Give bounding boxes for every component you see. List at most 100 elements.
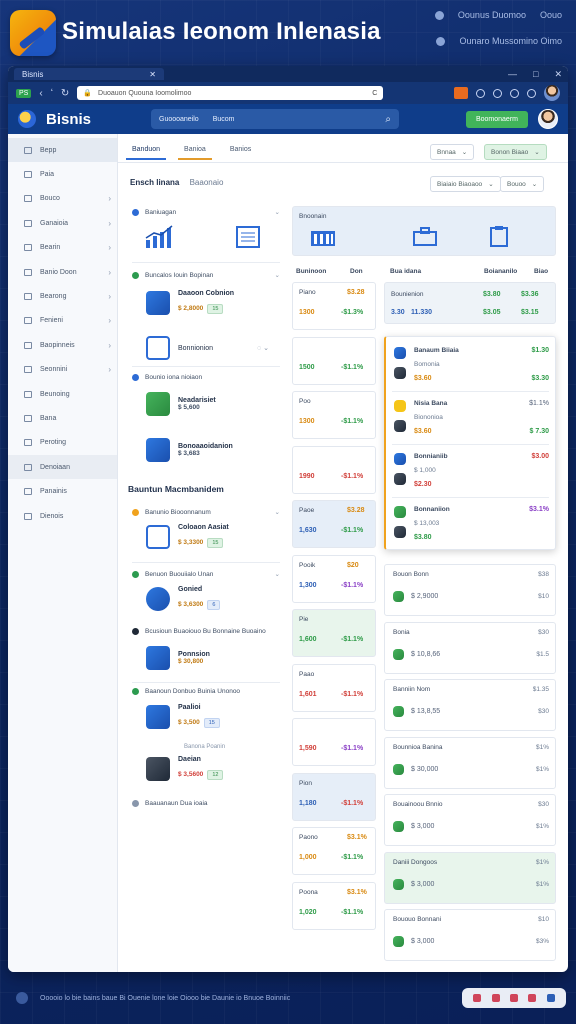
bullet-icon bbox=[132, 374, 139, 381]
sidebar-item[interactable]: Fenieni › bbox=[8, 309, 117, 333]
chevron-right-icon: › bbox=[108, 365, 111, 375]
list-item[interactable]: Banniin Nom $1.35 $ 13,8,55 $30 bbox=[384, 679, 556, 731]
forward-icon[interactable]: ʻ bbox=[51, 88, 53, 99]
metric-row[interactable]: Pion 1,180 -$1.1% bbox=[292, 772, 376, 821]
group-header[interactable]: Benuon Buouiialo Unan ⌄ bbox=[132, 570, 280, 578]
metric-row[interactable]: Piano $3.28 1300 -$1.3% bbox=[292, 282, 376, 330]
metric-row[interactable]: Paao 1,601 -$1.1% bbox=[292, 663, 376, 712]
group-header[interactable]: Baniuagan ⌄ bbox=[132, 208, 280, 216]
metric-row[interactable]: Pie 1,600 -$1.1% bbox=[292, 609, 376, 657]
profile-avatar[interactable] bbox=[544, 85, 560, 101]
close-icon[interactable]: ✕ bbox=[554, 69, 562, 80]
metric-row[interactable]: Poo 1300 -$1.1% bbox=[292, 391, 376, 439]
sidebar-item[interactable]: Ganaioia › bbox=[8, 211, 117, 235]
list-item[interactable]: Daniii Dongoos $1% $ 3,000 $1% bbox=[384, 851, 556, 904]
sidebar-item[interactable]: Bearin › bbox=[8, 236, 117, 260]
list-item[interactable]: Coloaon Aasiat $ 3,3300 15 bbox=[146, 524, 229, 549]
metric-row[interactable]: Poona $3.1% 1,020 -$1.1% bbox=[292, 881, 376, 930]
tray-icon[interactable] bbox=[528, 994, 537, 1002]
metric-row[interactable]: 1990 -$1.1% bbox=[292, 445, 376, 494]
sidebar-item[interactable]: Panainis bbox=[8, 479, 117, 503]
chart-icon-tile[interactable] bbox=[144, 224, 174, 250]
col-header: Boiananilo bbox=[484, 268, 518, 275]
tray-icon[interactable] bbox=[509, 994, 518, 1002]
summary-card[interactable]: Bounienion $3.80 $3.36 3.30 11.330 $3.05… bbox=[384, 282, 556, 324]
list-item[interactable]: Daeian $ 3,5600 12 bbox=[146, 756, 224, 781]
list-item[interactable]: Bonnionion ◌ ⌄ bbox=[146, 336, 269, 360]
group-header[interactable]: Bounio iona nioiaon bbox=[132, 374, 280, 381]
url-refresh-icon[interactable]: C bbox=[372, 90, 377, 97]
list-item[interactable]: Paalioi $ 3,500 15 bbox=[146, 704, 220, 729]
tray-icon[interactable] bbox=[473, 994, 482, 1002]
back-icon[interactable]: ‹ bbox=[39, 88, 42, 99]
header-link-1[interactable]: Oounus Duomoo bbox=[458, 10, 526, 20]
sidebar-item[interactable]: Bepp bbox=[8, 138, 117, 163]
user-avatar[interactable] bbox=[538, 109, 558, 129]
group-header[interactable]: Baanoun Donbuo Buinia Unonoo bbox=[132, 688, 280, 695]
sidebar-item[interactable]: Seonnini › bbox=[8, 358, 117, 382]
browser-tab[interactable]: Bisnis ✕ bbox=[14, 68, 164, 80]
extension-icon[interactable] bbox=[454, 87, 468, 99]
download-icon[interactable] bbox=[476, 88, 485, 98]
list-item[interactable]: Gonied $ 3,6300 6 bbox=[146, 586, 221, 611]
filter-select-c[interactable]: Biaiaio Biaoaoo ⌄ bbox=[430, 176, 501, 192]
metric-row[interactable]: 1,590 -$1.1% bbox=[292, 718, 376, 766]
item-value: $ 2,8000 bbox=[178, 305, 204, 312]
metric-change: -$1.1% bbox=[341, 581, 364, 589]
detail-popover[interactable]: Banaum Biiaia $1.30 Bomonia $3.60 $3.30 Nisia… bbox=[384, 336, 556, 550]
metric-value: 1990 bbox=[299, 472, 315, 480]
group-header[interactable]: Bcusioun Buaoiouo Bu Bonnaine Buoaino bbox=[132, 628, 280, 635]
tab-close-icon[interactable]: ✕ bbox=[149, 70, 156, 79]
list-item[interactable]: Bonoaaoidanion $ 3,683 bbox=[146, 438, 233, 462]
list-item[interactable]: Bouon Bonn $38 $ 2,9000 $10 bbox=[384, 564, 556, 616]
group-header[interactable]: Banunio Biooonnanum ⌄ bbox=[132, 508, 280, 516]
sidebar-item[interactable]: Dienois bbox=[8, 504, 117, 528]
metric-row[interactable]: Paono $3.1% 1,000 -$1.1% bbox=[292, 827, 376, 875]
history-icon[interactable] bbox=[493, 88, 502, 98]
metric-row[interactable]: 1500 -$1.1% bbox=[292, 336, 376, 385]
bookmark-icon[interactable] bbox=[510, 88, 519, 98]
tab-overview[interactable]: Banduon bbox=[126, 142, 167, 160]
document-icon-tile[interactable] bbox=[236, 226, 260, 248]
search-input[interactable]: Guoooaneilo Bucom ⌕ bbox=[151, 109, 399, 129]
filter-select-d[interactable]: Bouoo ⌄ bbox=[500, 176, 545, 192]
sidebar-item[interactable]: Bouco › bbox=[8, 187, 117, 211]
tray-icon[interactable] bbox=[546, 994, 555, 1002]
list-item[interactable]: Bououo Bonnani $10 $ 3,000 $3% bbox=[384, 909, 556, 961]
metric-row[interactable]: Paoe $3.28 1,630 -$1.1% bbox=[292, 500, 376, 548]
sidebar-item[interactable]: Beunoing bbox=[8, 382, 117, 406]
tab-business[interactable]: Banioa bbox=[178, 142, 212, 160]
tab-other[interactable]: Banios bbox=[224, 142, 257, 160]
minimize-icon[interactable]: — bbox=[508, 69, 517, 80]
list-item[interactable]: Bonia $30 $ 10,8,66 $1.5 bbox=[384, 621, 556, 674]
group-header[interactable]: Buncalos Iouin Bopinan ⌄ bbox=[132, 271, 280, 279]
list-item[interactable]: Ponnsion $ 30,800 bbox=[146, 646, 210, 670]
tray-icon[interactable] bbox=[491, 994, 500, 1002]
sidebar-item[interactable]: Bearong › bbox=[8, 284, 117, 308]
photo-icon bbox=[146, 392, 170, 416]
list-item[interactable]: Bounnioa Banina $1% $ 30,000 $1% bbox=[384, 736, 556, 789]
header-link-2[interactable]: Ounaro Mussomino Oimo bbox=[459, 36, 562, 46]
chevron-right-icon: › bbox=[108, 340, 111, 350]
header-link-1b[interactable]: Oouo bbox=[540, 10, 562, 20]
sidebar-item[interactable]: Baopinneis › bbox=[8, 333, 117, 357]
list-item[interactable]: Daaoon Cobnion $ 2,8000 15 bbox=[146, 290, 234, 315]
url-field[interactable]: 🔒 Duoauon Quouna Ioomolimoo C bbox=[77, 86, 384, 100]
sidebar-item[interactable]: Paia bbox=[8, 162, 117, 186]
menu-icon[interactable] bbox=[527, 88, 536, 98]
sidebar-item[interactable]: Banio Doon › bbox=[8, 260, 117, 284]
sidebar-item[interactable]: Denoiaan bbox=[8, 455, 117, 480]
search-icon[interactable]: ⌕ bbox=[385, 114, 391, 125]
main-panel: Banduon Banioa Banios Bnnaa ⌄ Bonon Biaa… bbox=[118, 134, 568, 972]
filter-select-b[interactable]: Bonon Biaao ⌄ bbox=[484, 144, 547, 160]
sidebar-item[interactable]: Peroting bbox=[8, 431, 117, 455]
list-item[interactable]: Bouainoou Bnnio $30 $ 3,000 $1% bbox=[384, 794, 556, 846]
footer-item[interactable]: Baauanaun Dua ioaia bbox=[132, 800, 280, 807]
sidebar-item[interactable]: Bana bbox=[8, 406, 117, 430]
list-item[interactable]: Neadarisiet $ 5,600 bbox=[146, 392, 216, 416]
reload-icon[interactable]: ↻ bbox=[61, 88, 69, 99]
metric-row[interactable]: Pooik $20 1,300 -$1.1% bbox=[292, 554, 376, 603]
filter-select-a[interactable]: Bnnaa ⌄ bbox=[430, 144, 475, 160]
primary-action-button[interactable]: Boomonaerm bbox=[465, 110, 528, 128]
maximize-icon[interactable]: □ bbox=[533, 69, 538, 80]
